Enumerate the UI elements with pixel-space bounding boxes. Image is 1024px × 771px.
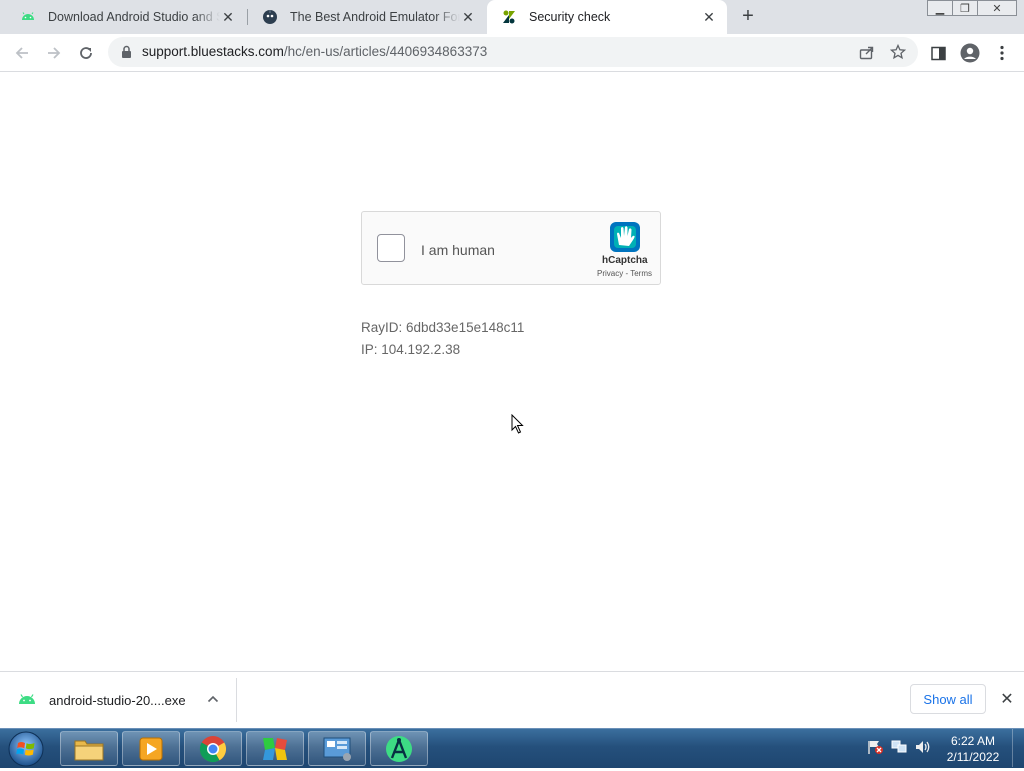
tab-close-icon[interactable]: ✕ (220, 9, 236, 25)
close-window-button[interactable]: ✕ (977, 0, 1017, 16)
control-panel-icon (323, 737, 351, 761)
terms-link[interactable]: Terms (630, 269, 652, 278)
arrow-left-icon (15, 47, 28, 59)
reload-icon (80, 47, 92, 59)
taskbar-chrome[interactable] (184, 731, 242, 766)
action-center-flag-icon[interactable] (866, 739, 884, 758)
taskbar-media-player[interactable] (122, 731, 180, 766)
clock-date: 2/11/2022 (946, 750, 1000, 764)
android-studio-file-icon (18, 691, 36, 710)
system-clock[interactable]: 6:22 AM 2/11/2022 (940, 733, 1006, 765)
tab-security-check[interactable]: Security check ✕ (487, 0, 727, 34)
close-downloads-icon[interactable]: ✕ (996, 688, 1018, 710)
ip-address-text: IP: 104.192.2.38 (361, 342, 461, 357)
url-text: support.bluestacks.com/hc/en-us/articles… (142, 44, 487, 59)
tab-android-studio[interactable]: Download Android Studio and SDK tools | … (6, 0, 246, 34)
start-button[interactable] (6, 730, 46, 768)
bookmark-star-icon[interactable] (888, 42, 908, 62)
bluestacks-icon (262, 9, 278, 25)
tab-bluestacks[interactable]: The Best Android Emulator For PC ✕ (248, 0, 486, 34)
taskbar-control-panel[interactable] (308, 731, 366, 766)
forward-button[interactable] (41, 40, 67, 66)
show-all-button[interactable]: Show all (910, 684, 986, 714)
privacy-link[interactable]: Privacy (597, 269, 623, 278)
hcaptcha-widget: I am human hCaptcha Privacy - Terms (361, 211, 661, 285)
address-bar[interactable]: support.bluestacks.com/hc/en-us/articles… (108, 37, 918, 67)
download-filename[interactable]: android-studio-20....exe (49, 693, 186, 708)
window-controls: ▁ ❐ ✕ (927, 0, 1017, 18)
clock-time: 6:22 AM (950, 734, 996, 748)
restore-button[interactable]: ❐ (952, 0, 978, 16)
bluestacks-icon (263, 737, 287, 760)
hcaptcha-links: Privacy - Terms (597, 269, 652, 278)
browser-toolbar: support.bluestacks.com/hc/en-us/articles… (0, 34, 1024, 72)
url-host: support.bluestacks.com (142, 44, 284, 59)
tab-strip: Download Android Studio and SDK tools | … (0, 0, 1024, 34)
hcaptcha-logo-icon (608, 220, 642, 254)
minimize-button[interactable]: ▁ (927, 0, 953, 16)
side-panel-icon[interactable] (927, 42, 949, 64)
explorer-icon (74, 740, 104, 760)
windows-taskbar: 6:22 AM 2/11/2022 (0, 728, 1024, 768)
tab-title: The Best Android Emulator For PC (290, 10, 460, 24)
windows-logo-icon (8, 731, 44, 767)
hcaptcha-brand: hCaptcha (602, 255, 648, 266)
arrow-right-icon (48, 47, 61, 59)
media-player-icon (139, 737, 163, 760)
lock-icon (121, 45, 132, 62)
show-desktop-button[interactable] (1012, 729, 1024, 767)
tab-close-icon[interactable]: ✕ (701, 9, 717, 25)
android-studio-icon (386, 735, 412, 762)
download-shelf: android-studio-20....exe Show all ✕ (0, 671, 1024, 728)
tab-close-icon[interactable]: ✕ (460, 9, 476, 25)
mouse-cursor-icon (511, 414, 524, 434)
tab-title: Security check (529, 10, 611, 24)
network-icon[interactable] (890, 739, 908, 758)
profile-avatar-icon[interactable] (959, 42, 981, 64)
taskbar-bluestacks[interactable] (246, 731, 304, 766)
taskbar-android-studio[interactable] (370, 731, 428, 766)
zendesk-icon (501, 9, 517, 25)
kebab-menu-icon[interactable] (991, 42, 1013, 64)
download-divider (236, 678, 237, 722)
chrome-icon (199, 735, 227, 762)
chevron-up-icon[interactable] (204, 690, 222, 708)
new-tab-button[interactable]: + (737, 5, 759, 27)
ray-id-text: RayID: 6dbd33e15e148c11 (361, 320, 525, 335)
volume-icon[interactable] (914, 739, 932, 758)
android-icon (20, 9, 36, 25)
human-checkbox[interactable] (377, 234, 405, 262)
reload-button[interactable] (73, 40, 99, 66)
url-path: /hc/en-us/articles/4406934863373 (283, 44, 488, 59)
system-tray (866, 739, 932, 758)
back-button[interactable] (9, 40, 35, 66)
share-icon[interactable] (856, 42, 876, 62)
tab-title: Download Android Studio and SDK tools | … (48, 10, 220, 24)
checkbox-label: I am human (421, 242, 495, 258)
taskbar-explorer[interactable] (60, 731, 118, 766)
